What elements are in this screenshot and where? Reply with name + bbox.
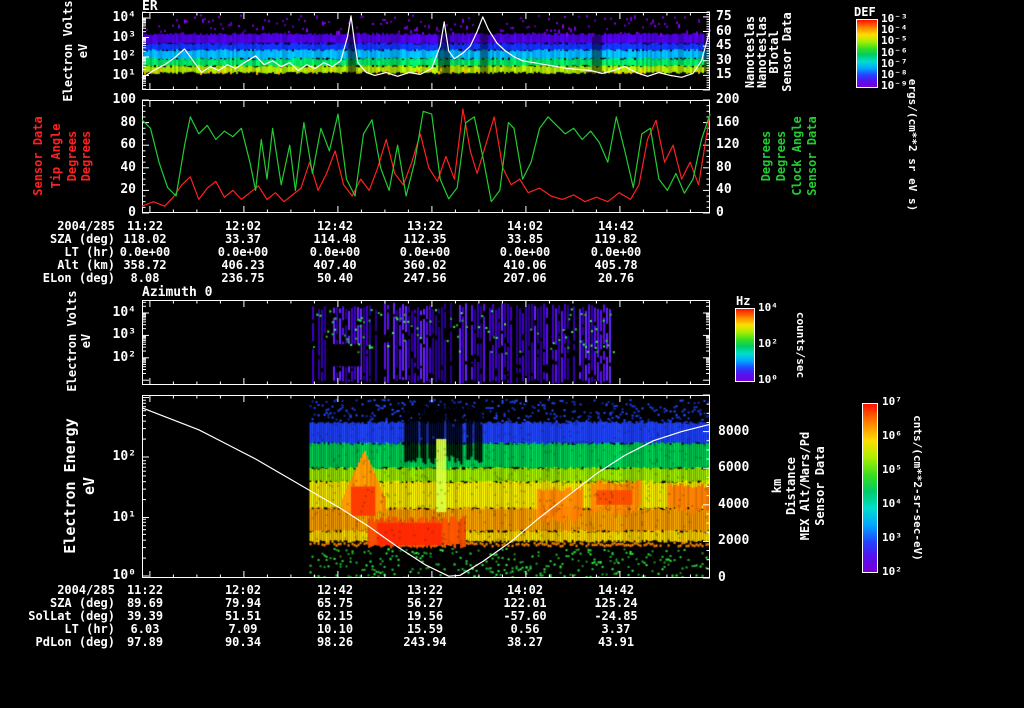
table2-row-label: PdLon (deg): [35, 635, 115, 649]
table2-value: 43.91: [597, 635, 635, 649]
axis-label: Electron Energy: [61, 418, 79, 554]
axis-label: Electron Volts: [61, 0, 75, 102]
colorbar3-unit-label: cnts/(cm**2-sr-sec-eV): [911, 415, 924, 561]
axis-label: Sensor Data: [805, 116, 819, 196]
axis-label: Clock Angle: [790, 116, 804, 196]
p4-right-tick: 0: [718, 570, 726, 585]
panel1-overlay: [141, 11, 711, 91]
p2-left-tick: 60: [120, 137, 136, 153]
p1-ytick: 10³: [112, 29, 136, 45]
table1-value: 50.40: [316, 271, 354, 285]
colorbar-cnts: [862, 403, 878, 573]
colorbar1-unit-label: ergs/(cm**2 sr eV s): [906, 78, 919, 212]
panel4-overlay: [141, 394, 711, 579]
axis-label: Degrees: [774, 130, 788, 182]
axis-label: BTotal: [767, 30, 781, 74]
colorbar-def: [856, 19, 878, 88]
p2-left-tick: 40: [120, 159, 136, 175]
axis-label: Nanoteslas: [743, 15, 757, 89]
panel3-overlay: [142, 300, 710, 385]
panel3-title: Azimuth 0: [142, 285, 213, 300]
panel2-overlay: [141, 99, 711, 214]
cb3-tick: 10⁶: [882, 429, 902, 442]
table1-row-label: ELon (deg): [42, 271, 115, 285]
p4-right-tick: 4000: [718, 496, 750, 512]
p2-right-tick: 120: [716, 137, 740, 153]
table2-value: 38.27: [506, 635, 544, 649]
cb2-tick: 10⁴: [758, 301, 778, 314]
p2-right-tick: 200: [716, 92, 740, 107]
axis-label: eV: [80, 476, 98, 496]
p2-right-tick: 0: [716, 205, 724, 220]
axis-label: Electron Volts: [65, 290, 79, 392]
p4-ytick: 10²: [112, 449, 136, 464]
cb3-tick: 10⁴: [882, 497, 902, 510]
cb3-tick: 10⁵: [882, 463, 902, 476]
p2-left-tick: 100: [112, 92, 136, 107]
axis-label: Sensor Data: [813, 446, 827, 526]
axis-label: km: [770, 478, 784, 494]
cb1-tick: 10⁻⁹: [881, 79, 908, 93]
colorbar-hz: [735, 308, 755, 382]
table2-value: 243.94: [403, 635, 447, 649]
table1-value: 247.56: [403, 271, 447, 285]
axis-label: eV: [76, 43, 90, 59]
axis-label: MEX Alt/Mars/Pd: [798, 431, 812, 541]
axis-label: Nanoteslas: [755, 15, 769, 89]
table2-value: 97.89: [126, 635, 164, 649]
p2-right-tick: 80: [716, 159, 732, 175]
axis-label: Tip Angle: [49, 123, 63, 189]
table2-value: 90.34: [224, 635, 262, 649]
axis-label: eV: [79, 333, 93, 349]
table1-value: 207.06: [503, 271, 547, 285]
axis-label: Degrees: [79, 130, 93, 182]
table1-value: 8.08: [130, 271, 160, 285]
cb2-tick: 10²: [758, 337, 778, 350]
mgs-mex-orbit-summary-plot: ER Azimuth 0 DEF Hz ergs/(cm**2 sr eV s)…: [0, 0, 1024, 708]
cb2-tick: 10⁰: [758, 373, 778, 386]
p2-left-tick: 80: [120, 114, 136, 130]
axis-label: Degrees: [759, 130, 773, 182]
p3-ytick: 10³: [112, 327, 136, 343]
p4-right-tick: 8000: [718, 423, 750, 439]
colorbar2-unit-label: counts/sec: [794, 311, 807, 379]
colorbar1-title: DEF: [854, 5, 876, 19]
p2-right-tick: 40: [716, 182, 732, 198]
cb3-tick: 10²: [882, 565, 902, 578]
p4-right-tick: 2000: [718, 533, 750, 548]
p4-ytick: 10¹: [112, 509, 136, 525]
p1-ytick: 10⁴: [112, 10, 136, 25]
p2-left-tick: 20: [120, 182, 136, 198]
p3-ytick: 10²: [112, 349, 136, 365]
axis-label: Sensor Data: [780, 12, 794, 92]
p3-ytick: 10⁴: [112, 305, 136, 320]
p4-ytick: 10⁰: [112, 568, 136, 583]
axis-label: Degrees: [65, 130, 79, 182]
p1-ytick: 10²: [112, 49, 136, 64]
p4-right-tick: 6000: [718, 460, 750, 475]
axis-label: Sensor Data: [31, 116, 45, 196]
table2-value: 98.26: [316, 635, 354, 649]
p2-left-tick: 0: [128, 205, 136, 220]
table1-value: 236.75: [221, 271, 265, 285]
axis-label: Distance: [784, 457, 798, 515]
p2-right-tick: 160: [716, 114, 740, 130]
table1-value: 20.76: [597, 271, 635, 285]
colorbar2-title: Hz: [736, 294, 751, 308]
p1-ytick: 10¹: [112, 68, 136, 83]
cb3-tick: 10⁷: [882, 395, 902, 408]
cb3-tick: 10³: [882, 531, 902, 544]
